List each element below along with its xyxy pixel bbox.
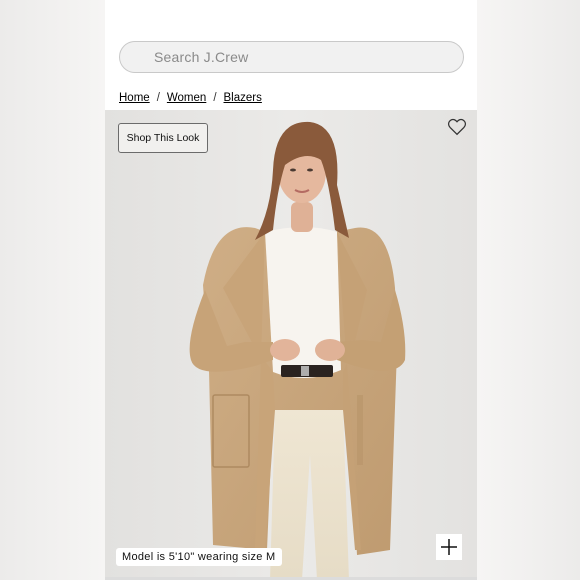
breadcrumb-separator: /	[213, 92, 217, 104]
shop-this-look-button[interactable]: Shop This Look	[118, 123, 208, 153]
right-backdrop	[477, 0, 580, 580]
search-placeholder: Search J.Crew	[154, 49, 249, 65]
breadcrumb-home-link[interactable]: Home	[119, 92, 150, 104]
breadcrumb-separator: /	[156, 92, 160, 104]
model-size-note: Model is 5'10" wearing size M	[116, 548, 282, 566]
heart-icon[interactable]	[447, 118, 467, 136]
plus-icon[interactable]	[436, 534, 462, 560]
breadcrumb-women-link[interactable]: Women	[167, 92, 206, 104]
breadcrumb: Home / Women / Blazers	[119, 90, 262, 106]
search-input[interactable]: Search J.Crew	[119, 41, 464, 73]
model-wearing-cardigan-image	[105, 110, 477, 580]
left-backdrop	[0, 0, 105, 580]
breadcrumb-blazers-link[interactable]: Blazers	[224, 92, 262, 104]
product-hero-image[interactable]: Shop This Look Model is 5'10" wearing si…	[105, 110, 477, 580]
mobile-product-page: Search J.Crew Home / Women / Blazers Sho…	[105, 0, 477, 580]
